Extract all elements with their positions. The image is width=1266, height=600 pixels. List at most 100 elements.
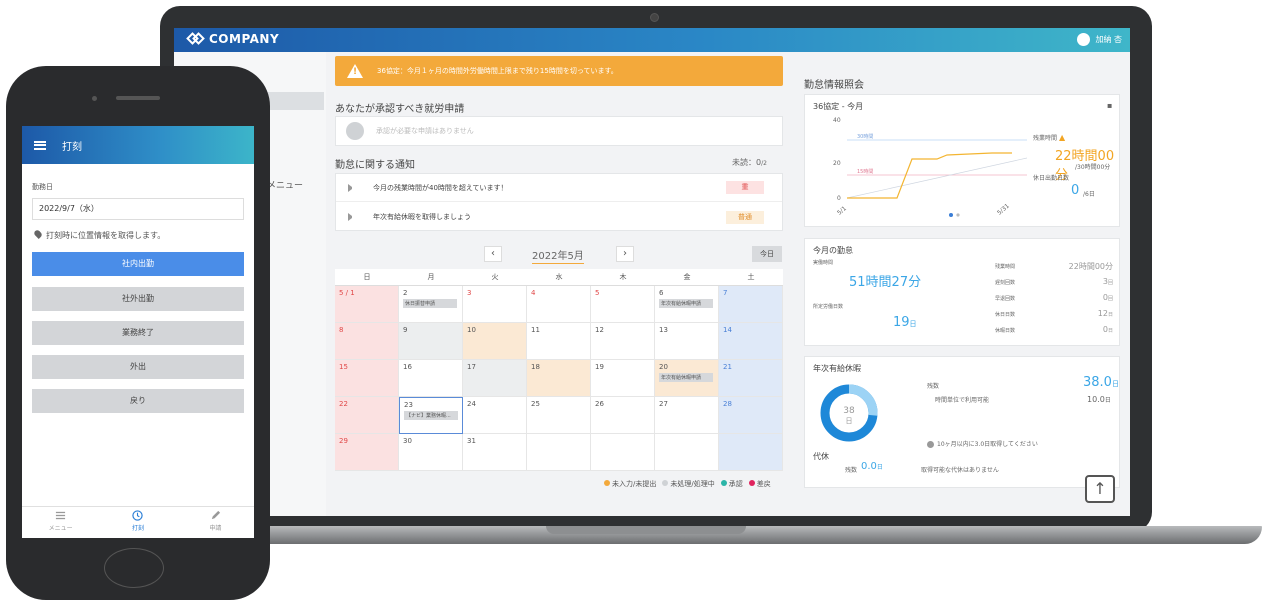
calendar-day-cell[interactable] <box>719 434 783 471</box>
weekday-label: 火 <box>491 273 499 281</box>
laptop-screen: COMPANY 加納 杏 ... 用メニュー 36協定：今月１ヶ月の時間外労働時… <box>174 28 1130 516</box>
return-button[interactable]: 戻り <box>32 389 244 413</box>
calendar-day-cell[interactable]: 27 <box>655 397 719 434</box>
stat-label: 残業時間 <box>995 264 1016 270</box>
calendar-day-cell[interactable]: 6 年次有給休暇申請 <box>655 286 719 323</box>
calendar-day-cell[interactable]: 14 <box>719 323 783 360</box>
notice-item[interactable]: 年次有給休暇を取得しましょう 普通 <box>336 203 782 231</box>
calendar-day-cell[interactable]: 21 <box>719 360 783 397</box>
calendar-day-cell[interactable]: 29 <box>335 434 399 471</box>
megaphone-icon <box>348 213 359 221</box>
calendar-day-cell[interactable]: 17 <box>463 360 527 397</box>
calendar-day-cell[interactable]: 8 <box>335 323 399 360</box>
clock-in-office-button[interactable]: 社内出勤 <box>32 252 244 276</box>
day-number: 5 <box>595 289 600 297</box>
actual-hours-value: 51時間27分 <box>849 275 922 290</box>
day-number: 22 <box>339 400 348 408</box>
calendar-day-cell[interactable]: 11 <box>527 323 591 360</box>
calendar-day-cell[interactable]: 23 【ナビ】業務休暇... <box>399 397 463 434</box>
scroll-to-top-button[interactable]: ↑ <box>1085 475 1115 503</box>
calendar-day-cell[interactable] <box>527 434 591 471</box>
go-out-button[interactable]: 外出 <box>32 355 244 379</box>
clock-out-button[interactable]: 業務終了 <box>32 321 244 345</box>
phone-home-button[interactable] <box>104 548 164 588</box>
grid-menu-icon[interactable]: ▪ <box>1107 101 1112 110</box>
nav-menu[interactable]: メニュー <box>22 507 99 538</box>
request-pill[interactable]: 【ナビ】業務休暇... <box>404 411 458 420</box>
day-number: 9 <box>403 326 408 334</box>
monthly-attendance-panel: 今月の勤怠 実働時間 51時間27分 所定労働日数 19日 残業時間 22時間00… <box>804 238 1120 346</box>
calendar-day-cell[interactable]: 12 <box>591 323 655 360</box>
calendar-day-cell[interactable]: 15 <box>335 360 399 397</box>
hamburger-menu-icon[interactable] <box>34 140 46 150</box>
calendar-day-cell[interactable]: 26 <box>591 397 655 434</box>
calendar-day-cell[interactable]: 7 <box>719 286 783 323</box>
calendar-day-cell[interactable]: 22 <box>335 397 399 434</box>
day-number: 20 <box>659 363 668 371</box>
agreement-line-chart: 40 20 0 30時間 15時間 5/1 5/31 <box>833 117 1027 217</box>
holiday-work-value: 0 <box>1071 183 1080 198</box>
calendar-day-cell[interactable]: 20 年次有給休暇申請 <box>655 360 719 397</box>
calendar-day-cell[interactable]: 28 <box>719 397 783 434</box>
notice-item[interactable]: 今月の残業時間が40時間を超えています！ 重 <box>336 174 782 202</box>
stat-value: 0日 <box>1102 325 1113 334</box>
hourly-value: 10.0日 <box>1087 395 1111 404</box>
day-number: 27 <box>659 400 668 408</box>
marketing-composite: COMPANY 加納 杏 ... 用メニュー 36協定：今月１ヶ月の時間外労働時… <box>0 0 1266 600</box>
calendar-day-cell[interactable]: 13 <box>655 323 719 360</box>
weekday-label: 土 <box>747 273 755 281</box>
alert-text: 36協定：今月１ヶ月の時間外労働時間上限まで残り15時間を切っています。 <box>377 67 618 75</box>
legend-label: 承認 <box>728 480 743 488</box>
calendar-prev-button[interactable]: ‹ <box>484 246 502 262</box>
calendar-next-button[interactable]: › <box>616 246 634 262</box>
calendar-day-cell[interactable]: 3 <box>463 286 527 323</box>
legend-item: 承認 <box>720 479 743 489</box>
day-number: 21 <box>723 363 732 371</box>
phone-title: 打刻 <box>62 141 82 153</box>
calendar-day-cell[interactable]: 2 休日振替申請 <box>399 286 463 323</box>
top-bar: COMPANY 加納 杏 <box>174 28 1130 52</box>
calendar-day-cell[interactable] <box>655 434 719 471</box>
day-number: 10 <box>467 326 476 334</box>
ring-unit: 日 <box>846 417 853 425</box>
user-menu[interactable]: 加納 杏 <box>1077 33 1122 46</box>
calendar-day-cell[interactable]: 24 <box>463 397 527 434</box>
day-number: 12 <box>595 326 604 334</box>
company-logo[interactable]: COMPANY <box>186 32 279 46</box>
request-pill[interactable]: 年次有給休暇申請 <box>659 373 713 382</box>
calendar-day-cell[interactable]: 9 <box>399 323 463 360</box>
calendar-day-cell[interactable]: 19 <box>591 360 655 397</box>
work-date-field[interactable]: 2022/9/7（水） <box>32 198 244 220</box>
pencil-icon <box>211 510 220 520</box>
calendar-day-cell[interactable]: 30 <box>399 434 463 471</box>
calendar-day-cell[interactable]: 10 <box>463 323 527 360</box>
weekday-label: 日 <box>363 273 371 281</box>
calendar-day-cell[interactable]: 18 <box>527 360 591 397</box>
stat-value: 3回 <box>1102 277 1113 286</box>
calendar-day-cell[interactable]: 5 / 1 <box>335 286 399 323</box>
agreement-title: 36協定 - 今月 <box>813 102 864 111</box>
calendar-today-button[interactable]: 今日 <box>752 246 782 262</box>
day-number: 17 <box>467 363 476 371</box>
day-number: 6 <box>659 289 664 297</box>
stat-label: 休暇日数 <box>995 328 1016 334</box>
overtime-alert-banner: 36協定：今月１ヶ月の時間外労働時間上限まで残り15時間を切っています。 <box>335 56 783 86</box>
request-pill[interactable]: 年次有給休暇申請 <box>659 299 713 308</box>
calendar-day-cell[interactable]: 25 <box>527 397 591 434</box>
attendance-section-title: 勤怠情報照会 <box>804 80 864 91</box>
request-pill[interactable]: 休日振替申請 <box>403 299 457 308</box>
calendar-day-cell[interactable] <box>591 434 655 471</box>
legend-item: 未入力/未提出 <box>604 479 656 489</box>
nav-clock[interactable]: 打刻 <box>99 507 176 538</box>
clock-in-outside-button[interactable]: 社外出勤 <box>32 287 244 311</box>
notice-section-title: 勤怠に関する通知 <box>335 160 415 171</box>
legend-item: 未処理/処理中 <box>662 479 715 489</box>
legend-label: 未処理/処理中 <box>670 480 715 488</box>
weekday-label: 月 <box>427 273 435 281</box>
calendar-day-cell[interactable]: 4 <box>527 286 591 323</box>
limit-15-label: 15時間 <box>857 169 873 175</box>
calendar-day-cell[interactable]: 5 <box>591 286 655 323</box>
nav-apply[interactable]: 申請 <box>177 507 254 538</box>
calendar-day-cell[interactable]: 16 <box>399 360 463 397</box>
calendar-day-cell[interactable]: 31 <box>463 434 527 471</box>
